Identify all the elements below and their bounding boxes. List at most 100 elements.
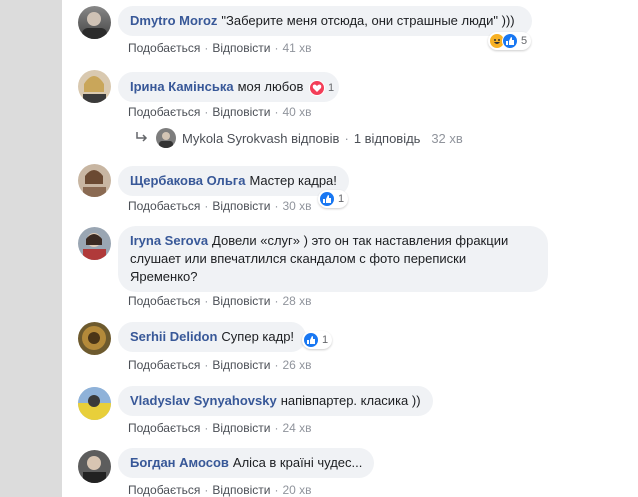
comment-bubble: Iryna Serova Довели «слуг» ) это он так н… bbox=[118, 226, 548, 292]
comment-author-link[interactable]: Dmytro Moroz bbox=[130, 13, 217, 28]
separator-dot: · bbox=[274, 483, 279, 497]
comment-bubble: Vladyslav Synyahovsky напівпартер. класик… bbox=[118, 386, 433, 416]
replier-name: Mykola Syrokvash bbox=[182, 130, 288, 146]
comment-bubble: Serhii Delidon Супер кадр! bbox=[118, 322, 307, 352]
reaction-count: 1 bbox=[338, 193, 345, 205]
comment-text-line: Довели «слуг» ) это он так наставления ф… bbox=[212, 233, 509, 248]
comment-author-link[interactable]: Щербакова Ольга bbox=[130, 173, 245, 188]
comment-time[interactable]: 28 хв bbox=[282, 294, 311, 308]
like-link[interactable]: Подобається bbox=[128, 421, 200, 435]
comment-text: моя любов bbox=[237, 79, 304, 94]
heart-reaction-icon bbox=[309, 80, 325, 96]
comment-text: Аліса в країні чудес... bbox=[232, 455, 363, 470]
comment-time[interactable]: 20 хв bbox=[282, 483, 311, 497]
comment-bubble: Ірина Камінська моя любов bbox=[118, 72, 340, 102]
avatar[interactable] bbox=[78, 70, 111, 103]
comment-text-line: слушает или впечатлился скандалом с фото… bbox=[130, 251, 467, 266]
reaction-count: 5 bbox=[521, 35, 528, 47]
reply-link[interactable]: Відповісти bbox=[212, 41, 270, 55]
user-photo-icon bbox=[83, 456, 106, 483]
separator-dot: · bbox=[204, 41, 209, 55]
reactions-summary[interactable]: 1 bbox=[318, 190, 349, 208]
avatar[interactable] bbox=[78, 6, 111, 39]
avatar[interactable] bbox=[78, 164, 111, 197]
reaction-count: 1 bbox=[322, 334, 329, 346]
separator-dot: · bbox=[204, 358, 209, 372]
like-reaction-icon bbox=[502, 33, 518, 49]
separator-dot: · bbox=[274, 41, 279, 55]
reactions-summary[interactable]: 1 bbox=[308, 79, 338, 97]
user-photo-icon bbox=[83, 170, 106, 197]
comment-time[interactable]: 30 хв bbox=[282, 199, 311, 213]
reactions-summary[interactable]: 5 bbox=[488, 32, 532, 50]
comment-author-link[interactable]: Iryna Serova bbox=[130, 233, 208, 248]
like-link[interactable]: Подобається bbox=[128, 294, 200, 308]
comment-time[interactable]: 26 хв bbox=[282, 358, 311, 372]
separator-dot: · bbox=[274, 199, 279, 213]
separator-dot: · bbox=[274, 294, 279, 308]
like-link[interactable]: Подобається bbox=[128, 41, 200, 55]
comment-time[interactable]: 41 хв bbox=[282, 41, 311, 55]
user-photo-icon bbox=[83, 233, 106, 260]
like-link[interactable]: Подобається bbox=[128, 358, 200, 372]
user-photo-icon bbox=[159, 132, 173, 148]
comment-author-link[interactable]: Serhii Delidon bbox=[130, 329, 217, 344]
reply-count: 1 відповідь bbox=[353, 130, 421, 146]
like-link[interactable]: Подобається bbox=[128, 483, 200, 497]
comments-panel: Dmytro Moroz "Заберите меня отсюда, они с… bbox=[62, 0, 638, 497]
comment-bubble: Богдан Амосов Аліса в країні чудес... bbox=[118, 448, 375, 478]
like-reaction-icon bbox=[303, 332, 319, 348]
comment-text: напівпартер. класика )) bbox=[280, 393, 421, 408]
avatar[interactable] bbox=[78, 387, 111, 420]
comment-actions: Подобається · Відповісти · 28 хв bbox=[128, 294, 312, 308]
reply-link[interactable]: Відповісти bbox=[212, 421, 270, 435]
separator-dot: · bbox=[274, 421, 279, 435]
comment-text: Супер кадр! bbox=[221, 329, 295, 344]
separator-dot: · bbox=[274, 105, 279, 119]
separator-dot: · bbox=[344, 130, 349, 146]
user-photo-icon bbox=[83, 76, 106, 103]
reaction-count: 1 bbox=[328, 82, 335, 94]
replier-avatar bbox=[156, 128, 176, 148]
user-photo-icon bbox=[82, 326, 106, 350]
comment-actions: Подобається · Відповісти · 24 хв bbox=[128, 421, 312, 435]
user-photo-icon bbox=[82, 12, 107, 39]
like-reaction-icon bbox=[319, 191, 335, 207]
comment-text: Мастер кадра! bbox=[249, 173, 337, 188]
avatar[interactable] bbox=[78, 450, 111, 483]
reply-verb: відповів bbox=[291, 130, 340, 146]
like-link[interactable]: Подобається bbox=[128, 199, 200, 213]
comment-actions: Подобається · Відповісти · 20 хв bbox=[128, 483, 312, 497]
separator-dot: · bbox=[204, 105, 209, 119]
comment-text-line: Яременко? bbox=[130, 269, 198, 284]
avatar[interactable] bbox=[78, 227, 111, 260]
comment-actions: Подобається · Відповісти · 41 хв bbox=[128, 41, 312, 55]
comment-text: "Заберите меня отсюда, они страшные люди… bbox=[221, 13, 515, 28]
comment-actions: Подобається · Відповісти · 40 хв bbox=[128, 105, 312, 119]
reply-link[interactable]: Відповісти bbox=[212, 294, 270, 308]
comment-author-link[interactable]: Ірина Камінська bbox=[130, 79, 234, 94]
reactions-summary[interactable]: 1 bbox=[302, 331, 333, 349]
comment-actions: Подобається · Відповісти · 30 хв bbox=[128, 199, 312, 213]
comment-actions: Подобається · Відповісти · 26 хв bbox=[128, 358, 312, 372]
comment-time[interactable]: 24 хв bbox=[282, 421, 311, 435]
reply-link[interactable]: Відповісти bbox=[212, 199, 270, 213]
separator-dot: · bbox=[274, 358, 279, 372]
comment-time[interactable]: 40 хв bbox=[282, 105, 311, 119]
comment-author-link[interactable]: Богдан Амосов bbox=[130, 455, 229, 470]
reply-link[interactable]: Відповісти bbox=[212, 105, 270, 119]
separator-dot: · bbox=[204, 294, 209, 308]
comment-bubble: Dmytro Moroz "Заберите меня отсюда, они с… bbox=[118, 6, 532, 36]
separator-dot: · bbox=[204, 199, 209, 213]
reply-link[interactable]: Відповісти bbox=[212, 358, 270, 372]
avatar[interactable] bbox=[78, 322, 111, 355]
comment-author-link[interactable]: Vladyslav Synyahovsky bbox=[130, 393, 277, 408]
user-photo-icon bbox=[78, 387, 111, 420]
view-replies-link[interactable]: Mykola Syrokvash відповів · 1 відповідь 32… bbox=[134, 128, 463, 148]
separator-dot: · bbox=[204, 421, 209, 435]
reply-link[interactable]: Відповісти bbox=[212, 483, 270, 497]
reply-time: 32 хв bbox=[431, 130, 463, 146]
separator-dot: · bbox=[204, 483, 209, 497]
like-link[interactable]: Подобається bbox=[128, 105, 200, 119]
comment-bubble: Щербакова Ольга Мастер кадра! bbox=[118, 166, 349, 196]
